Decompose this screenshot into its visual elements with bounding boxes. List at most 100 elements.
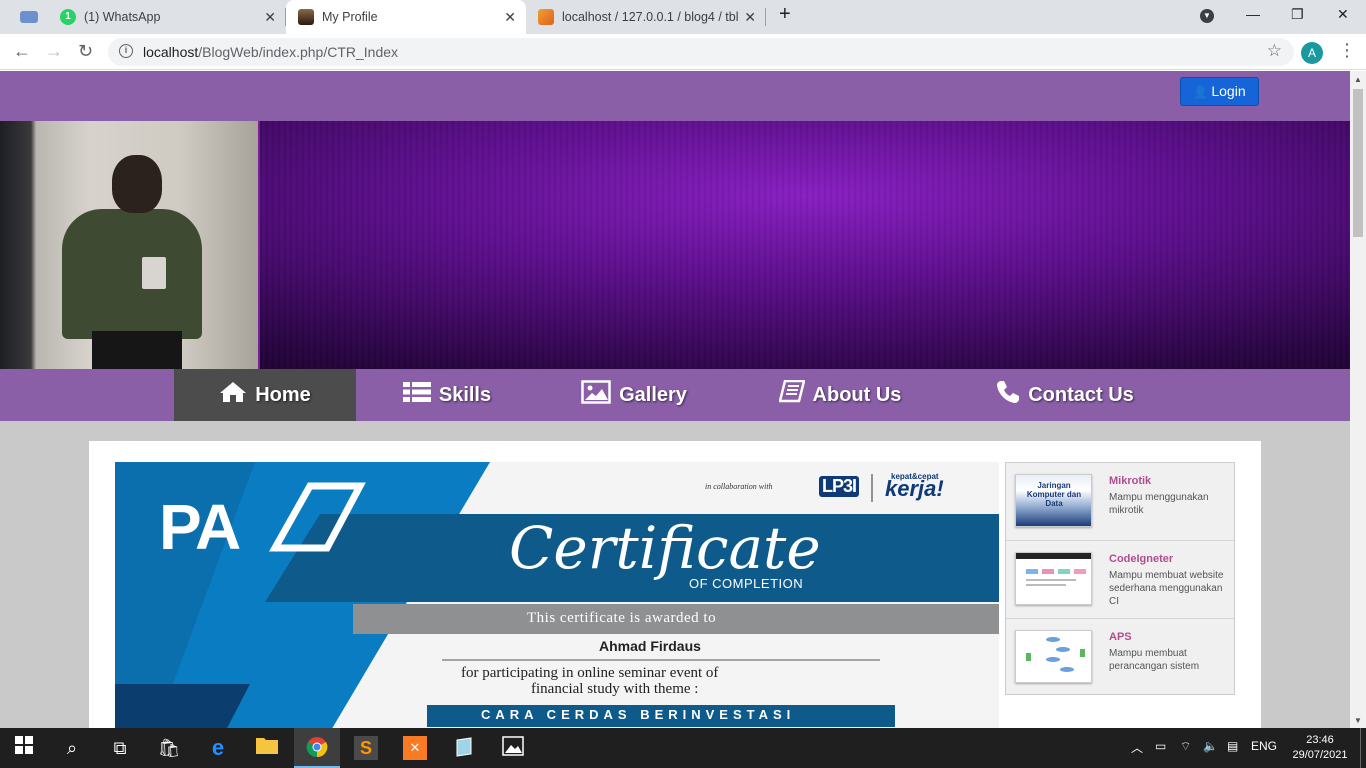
close-tab-icon[interactable]: ✕: [744, 9, 756, 26]
banner-texture: [260, 121, 1350, 369]
skill-card[interactable]: CodeIgneter Mampu membuat website sederh…: [1006, 541, 1234, 619]
skill-thumbnail[interactable]: [1015, 630, 1092, 683]
tab-phpmyadmin[interactable]: localhost / 127.0.0.1 / blog4 / tbl ✕: [526, 0, 766, 34]
photo-body: [62, 209, 202, 339]
phpmyadmin-icon: [538, 9, 554, 25]
new-tab-button[interactable]: +: [779, 3, 791, 26]
skill-title[interactable]: Mikrotik: [1109, 475, 1151, 487]
nav-contact-label: Contact Us: [1028, 383, 1134, 406]
profile-photo: [0, 121, 260, 369]
skill-description: Mampu membuat perancangan sistem: [1109, 648, 1200, 672]
main-nav: Home Skills Gallery About Us Contact Us: [0, 369, 1350, 421]
language-indicator[interactable]: ENG: [1251, 739, 1277, 753]
nav-skills-label: Skills: [438, 383, 492, 406]
tray-expand-icon[interactable]: ︿: [1131, 739, 1143, 756]
os-taskbar: ⌕ ⧉ 🛍 e S ✕ ︿ ▭ ⌔ 🔈 ▤ ENG 23:46 29/07/20…: [0, 728, 1366, 768]
scroll-up-icon[interactable]: ▲: [1354, 75, 1362, 84]
main-content: PA in collaboration with LP3I kepat&cepa…: [89, 441, 1261, 728]
nav-gallery[interactable]: Gallery: [564, 369, 704, 421]
clock-time: 23:46: [1306, 734, 1334, 746]
scrollbar-thumb[interactable]: [1353, 89, 1363, 237]
restore-icon[interactable]: ❐: [1291, 6, 1304, 23]
tab-label: localhost / 127.0.0.1 / blog4 / tbl: [562, 10, 739, 24]
page-viewport: 👤 Login Home Skills Gallery About Us Con…: [0, 71, 1350, 728]
address-bar[interactable]: i localhost/BlogWeb/index.php/CTR_Index …: [108, 38, 1294, 66]
body-line-2: financial study with theme :: [531, 681, 699, 697]
site-favicon-icon: [20, 11, 38, 23]
user-icon: 👤: [1193, 85, 1209, 99]
notes-app-icon[interactable]: [452, 736, 476, 760]
bookmark-star-icon[interactable]: ☆: [1267, 41, 1282, 61]
url-text[interactable]: localhost/BlogWeb/index.php/CTR_Index: [143, 44, 398, 60]
clock-date: 29/07/2021: [1292, 749, 1348, 761]
collab-text: in collaboration with: [705, 482, 773, 491]
kerja-logo: kerja!: [885, 476, 944, 501]
book-icon: [777, 379, 806, 410]
close-tab-icon[interactable]: ✕: [504, 9, 516, 26]
xampp-icon[interactable]: ✕: [403, 736, 427, 760]
volume-icon[interactable]: 🔈: [1203, 739, 1218, 753]
skills-sidebar: Jaringan Komputer dan Data Mikrotik Mamp…: [1005, 462, 1235, 695]
awarded-text: This certificate is awarded to: [527, 610, 717, 626]
phone-icon: [996, 380, 1020, 410]
whatsapp-icon: 1: [60, 9, 76, 25]
tab-my-profile[interactable]: My Profile ✕: [286, 0, 526, 34]
nav-about-us[interactable]: About Us: [760, 369, 920, 421]
photo-head: [112, 155, 162, 213]
login-button[interactable]: 👤 Login: [1180, 77, 1259, 106]
file-explorer-icon[interactable]: [255, 736, 279, 760]
skill-description: Mampu menggunakan mikrotik: [1109, 492, 1209, 516]
nav-gallery-label: Gallery: [619, 383, 687, 406]
home-icon: [219, 381, 247, 409]
theme-text: CARA CERDAS BERINVESTASI: [481, 707, 796, 722]
certificate-image: PA in collaboration with LP3I kepat&cepa…: [115, 462, 999, 728]
edge-icon[interactable]: e: [206, 736, 230, 760]
close-window-icon[interactable]: ✕: [1337, 6, 1349, 23]
tab-search-icon[interactable]: ▼: [1200, 9, 1214, 23]
show-desktop-button[interactable]: [1360, 728, 1361, 768]
wifi-icon[interactable]: ⌔: [1180, 739, 1191, 754]
nav-about-label: About Us: [812, 383, 902, 406]
tab-whatsapp[interactable]: 1 (1) WhatsApp ✕: [48, 0, 286, 34]
login-label: Login: [1211, 83, 1246, 99]
tab-label: My Profile: [322, 10, 378, 24]
skill-card[interactable]: Jaringan Komputer dan Data Mikrotik Mamp…: [1006, 463, 1234, 541]
tab-label: (1) WhatsApp: [84, 10, 161, 24]
skill-card[interactable]: APS Mampu membuat perancangan sistem: [1006, 619, 1234, 697]
skill-title[interactable]: APS: [1109, 631, 1132, 643]
scroll-down-icon[interactable]: ▼: [1354, 716, 1362, 725]
nav-skills[interactable]: Skills: [380, 369, 514, 421]
browser-toolbar: ← → ↻ i localhost/BlogWeb/index.php/CTR_…: [0, 34, 1366, 70]
thumbnail-text: Jaringan Komputer dan Data: [1026, 481, 1082, 508]
store-icon[interactable]: 🛍: [157, 736, 181, 760]
lp3i-logo: LP3I: [819, 476, 860, 497]
skill-thumbnail[interactable]: Jaringan Komputer dan Data: [1015, 474, 1092, 527]
back-arrow-icon[interactable]: ←: [13, 41, 31, 62]
profile-avatar[interactable]: A: [1301, 42, 1323, 64]
battery-icon[interactable]: ▭: [1155, 739, 1166, 753]
skill-thumbnail[interactable]: [1015, 552, 1092, 605]
picture-icon: [581, 380, 611, 410]
photos-app-icon[interactable]: [501, 736, 525, 760]
chrome-icon[interactable]: [305, 736, 329, 760]
close-tab-icon[interactable]: ✕: [264, 9, 276, 26]
forward-arrow-icon[interactable]: →: [45, 41, 63, 62]
search-icon[interactable]: ⌕: [60, 736, 84, 760]
system-clock[interactable]: 23:46 29/07/2021: [1290, 733, 1350, 763]
page-scrollbar[interactable]: ▲ ▼: [1350, 71, 1366, 728]
nav-home[interactable]: Home: [174, 369, 356, 421]
minimize-icon[interactable]: —: [1246, 6, 1260, 22]
photo-legs: [92, 331, 182, 369]
list-icon: [402, 381, 431, 409]
url-path: /BlogWeb/index.php/CTR_Index: [198, 44, 399, 60]
site-info-icon[interactable]: i: [119, 44, 133, 58]
windows-start-icon[interactable]: [12, 736, 36, 760]
action-center-icon[interactable]: ▤: [1227, 739, 1238, 753]
browser-menu-icon[interactable]: ⋮: [1338, 40, 1356, 61]
nav-contact-us[interactable]: Contact Us: [980, 369, 1150, 421]
reload-icon[interactable]: ↻: [78, 41, 93, 62]
skill-title[interactable]: CodeIgneter: [1109, 553, 1173, 565]
task-view-icon[interactable]: ⧉: [108, 736, 132, 760]
site-header: 👤 Login: [0, 71, 1350, 121]
sublime-text-icon[interactable]: S: [354, 736, 378, 760]
